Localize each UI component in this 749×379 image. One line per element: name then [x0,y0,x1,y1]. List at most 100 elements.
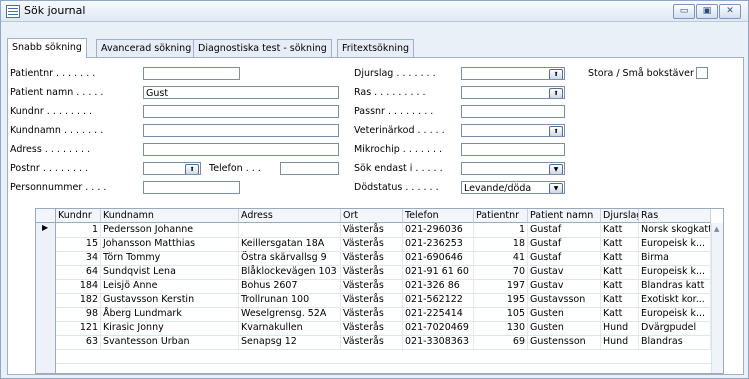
row-selector[interactable] [36,279,56,293]
column-header[interactable]: Ras [639,209,711,223]
table-cell[interactable]: Svantesson Urban [101,335,239,349]
table-cell[interactable] [239,223,341,237]
minimize-button[interactable]: ▭ [673,4,695,19]
table-cell[interactable]: Senapsg 12 [239,335,341,349]
table-cell[interactable]: 197 [474,279,528,293]
table-cell[interactable]: Gustav [528,279,601,293]
table-cell[interactable]: Västerås [341,321,403,335]
table-cell[interactable]: Gustensson [528,335,601,349]
mikrochip-field[interactable] [461,143,565,156]
column-header[interactable]: Adress [239,209,341,223]
table-cell[interactable]: Trollrunan 100 [239,293,341,307]
dodstatus-dropdown[interactable]: Levande/döda ▼ [461,181,565,194]
table-cell[interactable]: Västerås [341,237,403,251]
table-cell[interactable]: Gustavsson Kerstin [101,293,239,307]
tab-snabb-sokning[interactable]: Snabb sökning [7,38,87,58]
table-cell[interactable]: Törn Tommy [101,251,239,265]
table-cell[interactable]: 70 [474,265,528,279]
personnummer-field[interactable] [143,181,240,194]
veterinarkod-field[interactable]: ⬆ [461,124,565,137]
table-cell[interactable]: Katt [601,223,639,237]
table-cell[interactable]: Gustaf [528,223,601,237]
table-cell[interactable]: 63 [56,335,101,349]
djurslag-lookup-icon[interactable]: ⬆ [549,69,563,79]
row-selector[interactable] [36,251,56,265]
table-cell[interactable]: 1 [56,223,101,237]
row-selector[interactable]: ▶ [36,223,56,237]
table-cell[interactable]: 69 [474,335,528,349]
table-cell[interactable]: Weselgrensg. 52A [239,307,341,321]
patient-namn-field[interactable]: Gust [143,86,339,99]
table-cell[interactable]: Europeisk k... [639,265,711,279]
kundnamn-field[interactable] [143,124,339,137]
table-cell[interactable]: Västerås [341,335,403,349]
table-cell[interactable]: 41 [474,251,528,265]
patientnr-field[interactable] [143,67,240,80]
row-selector[interactable] [36,363,56,373]
table-cell[interactable]: Gustaf [528,237,601,251]
table-cell[interactable]: Sundqvist Lena [101,265,239,279]
table-cell[interactable]: Katt [601,237,639,251]
table-cell[interactable]: Blandras katt [639,279,711,293]
table-cell[interactable]: 182 [56,293,101,307]
table-cell[interactable]: Europeisk k... [639,237,711,251]
row-selector[interactable] [36,349,56,363]
table-cell[interactable]: 021-91 61 60 [403,265,474,279]
table-cell[interactable]: 64 [56,265,101,279]
table-cell[interactable]: Dvärgpudel [639,321,711,335]
kundnr-field[interactable] [143,105,339,118]
row-selector[interactable] [36,265,56,279]
table-cell[interactable]: Västerås [341,223,403,237]
row-selector[interactable] [36,307,56,321]
column-header[interactable]: Patient namn [528,209,601,223]
table-cell[interactable]: 195 [474,293,528,307]
table-cell[interactable]: Hund [601,335,639,349]
table-cell[interactable]: Keillersgatan 18A [239,237,341,251]
table-cell[interactable]: Katt [601,251,639,265]
column-header[interactable]: Ort [341,209,403,223]
row-selector[interactable] [36,293,56,307]
row-selector[interactable] [36,335,56,349]
tab-diagnostiska-test[interactable]: Diagnostiska test - sökning [193,39,332,58]
table-cell[interactable]: Katt [601,265,639,279]
table-cell[interactable]: 021-225414 [403,307,474,321]
table-cell[interactable]: Gusten [528,321,601,335]
table-cell[interactable]: Europeisk k... [639,307,711,321]
scroll-up-icon[interactable]: ▲ [714,225,719,233]
column-header[interactable]: Kundnamn [101,209,239,223]
column-header[interactable]: Kundnr [56,209,101,223]
table-cell[interactable]: 021-562122 [403,293,474,307]
table-cell[interactable]: Gustaf [528,251,601,265]
table-cell[interactable]: Åberg Lundmark [101,307,239,321]
table-cell[interactable]: 021-3308363 [403,335,474,349]
table-cell[interactable]: 1 [474,223,528,237]
table-cell[interactable]: 021-326 86 [403,279,474,293]
table-cell[interactable]: Birma [639,251,711,265]
table-cell[interactable]: 184 [56,279,101,293]
table-cell[interactable]: 98 [56,307,101,321]
postnr-lookup-icon[interactable]: ⬆ [185,164,199,174]
tab-fritextsokning[interactable]: Fritextsökning [337,39,415,58]
table-cell[interactable]: Gustav [528,265,601,279]
column-header[interactable]: Patientnr [474,209,528,223]
sok-endast-i-dropdown[interactable]: ▼ [461,162,565,175]
table-cell[interactable]: 130 [474,321,528,335]
table-cell[interactable]: Gusten [528,307,601,321]
table-cell[interactable]: 121 [56,321,101,335]
ras-field[interactable]: ⬆ [461,86,565,99]
table-cell[interactable]: Norsk skogkatt [639,223,711,237]
maximize-button[interactable]: ▣ [696,4,718,19]
table-cell[interactable]: 105 [474,307,528,321]
chevron-down-icon[interactable]: ▼ [549,183,563,193]
table-cell[interactable]: Blåklockevägen 103 [239,265,341,279]
table-cell[interactable]: Västerås [341,293,403,307]
column-header[interactable]: Djurslag [601,209,639,223]
table-cell[interactable]: 021-236253 [403,237,474,251]
veterinarkod-lookup-icon[interactable]: ⬆ [549,126,563,136]
table-cell[interactable]: Bohus 2607 [239,279,341,293]
table-cell[interactable]: Leisjö Anne [101,279,239,293]
table-cell[interactable]: Västerås [341,251,403,265]
table-cell[interactable]: Katt [601,307,639,321]
table-cell[interactable]: 021-7020469 [403,321,474,335]
table-cell[interactable]: 18 [474,237,528,251]
